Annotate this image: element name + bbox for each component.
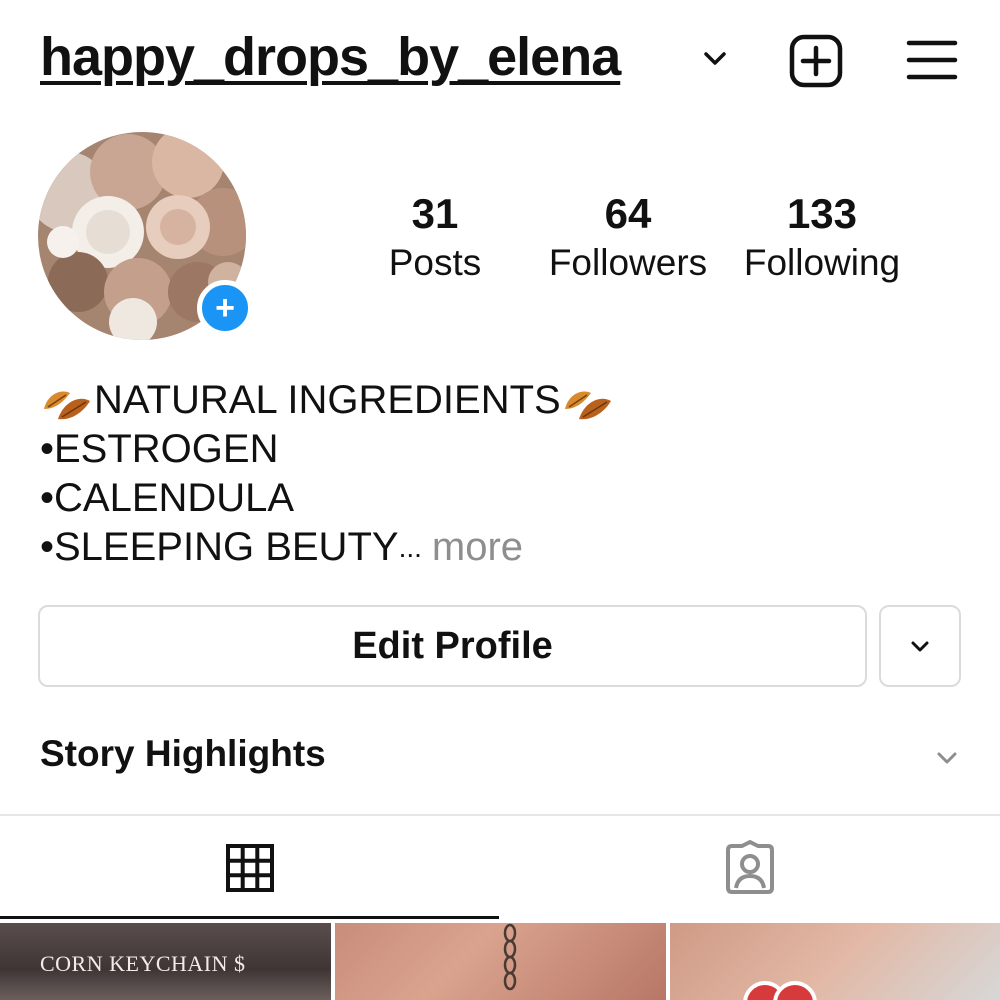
profile-header: happy_drops_by_elena (0, 0, 1000, 120)
bio-line-sleeping-beuty: •SLEEPING BEUTY ... more (40, 523, 940, 572)
following-label: Following (743, 242, 901, 283)
keychain-chain-image (503, 923, 517, 991)
following-count: 133 (786, 190, 858, 237)
edit-profile-button[interactable]: Edit Profile (38, 605, 867, 687)
following-stat[interactable]: 133 Following (736, 190, 908, 284)
posts-label: Posts (388, 242, 482, 283)
bio-line-estrogen: •ESTROGEN (40, 427, 279, 471)
chevron-down-icon[interactable] (932, 744, 962, 772)
bio-text-natural-ingredients: NATURAL INGREDIENTS (94, 378, 561, 422)
bio-text-sleeping-beuty: •SLEEPING BEUTY (40, 525, 399, 569)
followers-stat[interactable]: 64 Followers (540, 190, 716, 284)
post-thumbnail[interactable] (670, 923, 1000, 1000)
username-switcher[interactable]: happy_drops_by_elena (40, 26, 621, 88)
add-story-button[interactable]: + (197, 280, 253, 336)
hamburger-menu-icon[interactable] (906, 38, 958, 82)
heart-keychain-image (743, 981, 817, 1000)
post-caption-overlay: CORN KEYCHAIN $ (40, 951, 246, 976)
story-highlights-title[interactable]: Story Highlights (40, 733, 326, 775)
active-tab-indicator (0, 916, 499, 919)
tagged-person-icon (726, 840, 774, 894)
post-thumbnail[interactable]: CORN KEYCHAIN $ (0, 923, 331, 1000)
fallen-leaf-icon (44, 391, 90, 419)
tab-tagged[interactable] (500, 816, 1000, 920)
posts-count: 31 (411, 190, 459, 237)
posts-stat[interactable]: 31 Posts (370, 190, 500, 284)
grid-icon (225, 844, 274, 892)
chevron-down-icon[interactable] (700, 44, 730, 74)
bio-more-link[interactable]: more (432, 523, 523, 572)
bio-line-calendula: •CALENDULA (40, 476, 295, 520)
bio-ellipsis: ... (398, 532, 422, 563)
tab-posts-grid[interactable] (0, 816, 499, 920)
profile-bio: NATURAL INGREDIENTS •ESTROGEN •CALENDULA… (40, 376, 940, 572)
chevron-down-icon (911, 641, 929, 652)
fallen-leaf-icon (564, 391, 611, 419)
followers-label: Followers (548, 242, 708, 283)
suggested-accounts-button[interactable] (879, 605, 961, 687)
bio-line-ingredients: NATURAL INGREDIENTS (40, 376, 940, 425)
post-thumbnail[interactable] (335, 923, 666, 1000)
new-post-icon[interactable] (788, 33, 844, 89)
followers-count: 64 (604, 190, 652, 237)
